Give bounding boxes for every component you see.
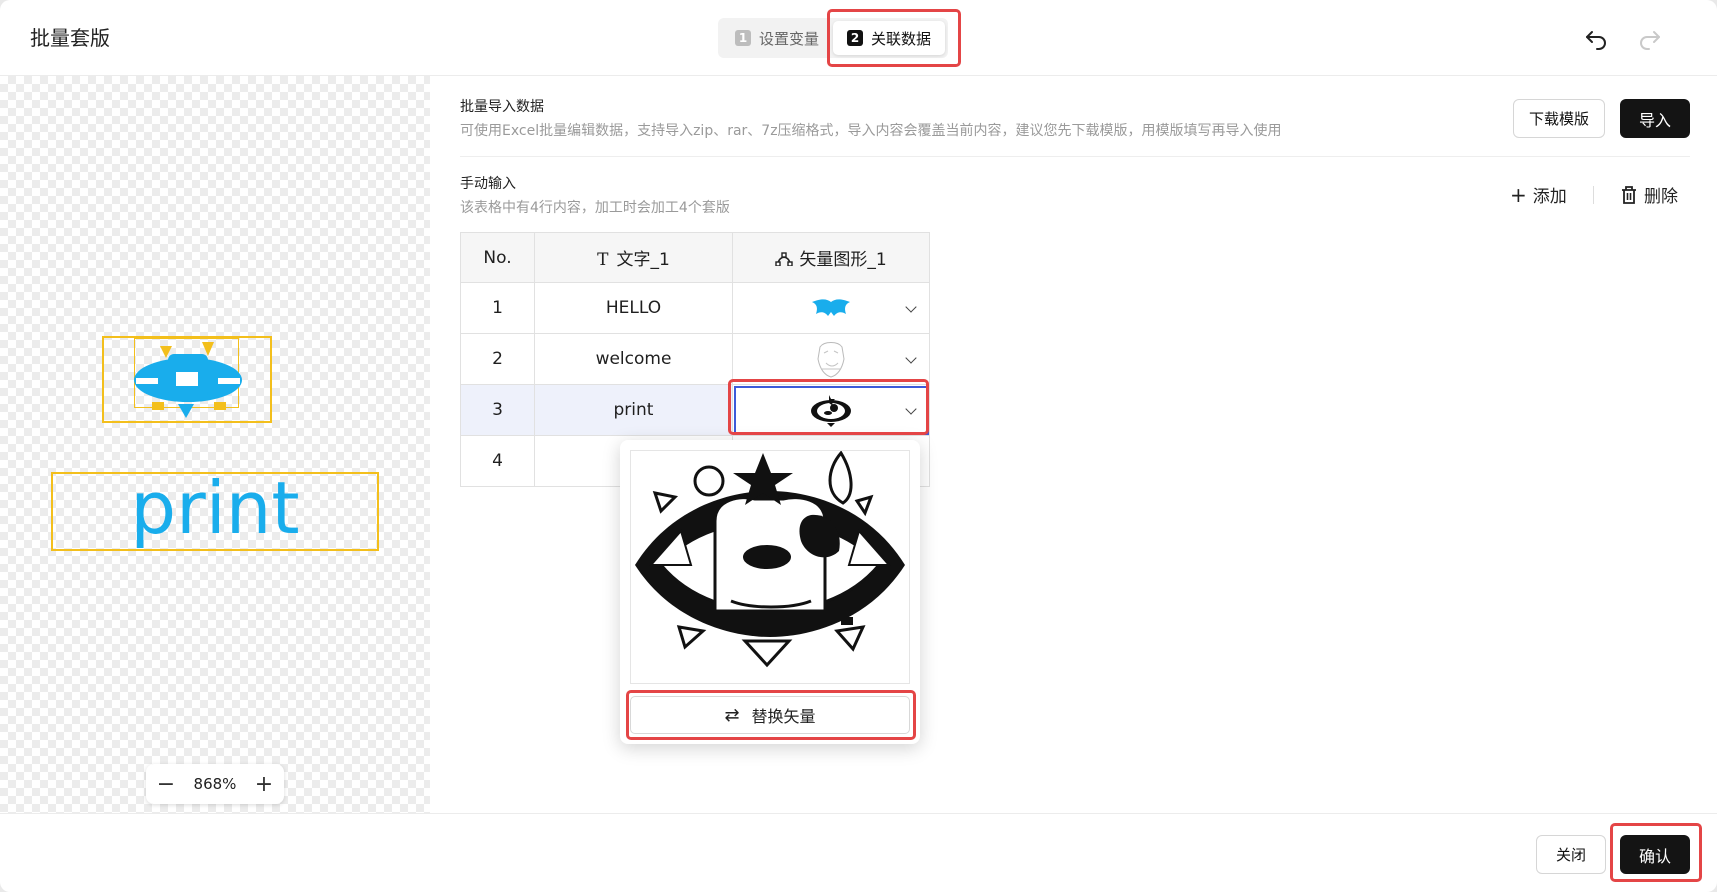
- tab-link-data[interactable]: 2 关联数据: [833, 21, 946, 55]
- text-type-icon: T: [597, 250, 609, 270]
- replace-vector-button[interactable]: ⇄ 替换矢量: [630, 696, 910, 734]
- zoom-level: 868%: [193, 775, 237, 793]
- dialog-footer: 关闭 确认: [0, 813, 1717, 892]
- cell-vector[interactable]: [732, 282, 930, 334]
- delete-row-button[interactable]: 删除: [1620, 182, 1678, 207]
- cell-text[interactable]: welcome: [534, 333, 733, 385]
- zoom-out-button[interactable]: −: [156, 772, 176, 797]
- add-label: 添加: [1532, 187, 1567, 207]
- header-text: T 文字_1: [534, 232, 733, 283]
- replace-vector-label: 替换矢量: [751, 707, 816, 726]
- table-header-row: No. T 文字_1 矢量图形_1: [460, 232, 930, 283]
- cell-no: 1: [460, 282, 535, 334]
- vector-preview-image: [630, 450, 910, 684]
- batch-import-desc: 可使用Excel批量编辑数据，支持导入zip、rar、7z压缩格式，导入内容会覆…: [460, 123, 1282, 139]
- confirm-button[interactable]: 确认: [1620, 835, 1690, 874]
- preview-text: print: [130, 466, 300, 550]
- preview-vector-graphic: [134, 342, 242, 418]
- zoom-in-button[interactable]: +: [254, 772, 274, 797]
- chevron-down-icon[interactable]: [905, 301, 917, 313]
- header-no: No.: [460, 232, 535, 283]
- cell-no: 3: [460, 384, 535, 436]
- vector-preview-popup: ⇄ 替换矢量: [620, 440, 920, 744]
- cell-text[interactable]: HELLO: [534, 282, 733, 334]
- header-text-label: 文字_1: [616, 250, 670, 270]
- zoom-control: − 868% +: [146, 764, 284, 804]
- manual-input-desc: 该表格中有4行内容，加工时会加工4个套版: [460, 200, 730, 216]
- add-row-button[interactable]: + 添加: [1510, 182, 1567, 208]
- dialog-header: 批量套版 1 设置变量 2 关联数据: [0, 0, 1717, 76]
- tab-set-variables[interactable]: 1 设置变量: [721, 21, 833, 55]
- step-number: 1: [735, 30, 751, 46]
- step-number: 2: [847, 30, 864, 46]
- trash-icon: [1622, 185, 1636, 204]
- sketch-thumbnail: [817, 342, 845, 378]
- header-vector-label: 矢量图形_1: [799, 250, 887, 270]
- header-vector: 矢量图形_1: [732, 232, 930, 283]
- cell-vector[interactable]: [732, 384, 930, 436]
- batch-import-title: 批量导入数据: [460, 99, 544, 115]
- table-row[interactable]: 2 welcome: [460, 333, 930, 385]
- cell-vector[interactable]: [732, 333, 930, 385]
- table-row[interactable]: 1 HELLO: [460, 282, 930, 334]
- dialog-title: 批量套版: [30, 26, 110, 50]
- delete-label: 删除: [1644, 187, 1678, 207]
- manual-input-title: 手动输入: [460, 176, 516, 192]
- cell-text[interactable]: print: [534, 384, 733, 436]
- chevron-down-icon[interactable]: [905, 352, 917, 364]
- swap-icon: ⇄: [724, 704, 740, 726]
- dog-graphic-large: [635, 450, 905, 668]
- bat-thumbnail: [812, 299, 850, 316]
- vector-type-icon: [775, 252, 794, 267]
- plus-icon: +: [1510, 182, 1527, 207]
- canvas-preview[interactable]: print − 868% +: [0, 76, 430, 813]
- action-divider: [1593, 186, 1594, 204]
- step-tabs: 1 设置变量 2 关联数据: [718, 18, 949, 58]
- undo-icon[interactable]: [1582, 24, 1610, 52]
- section-divider: [460, 156, 1690, 157]
- cell-no: 2: [460, 333, 535, 385]
- table-row[interactable]: 3 print: [460, 384, 930, 436]
- chevron-down-icon[interactable]: [905, 403, 917, 415]
- dog-thumbnail: [811, 395, 851, 427]
- step-label: 关联数据: [871, 29, 932, 48]
- download-template-button[interactable]: 下载模版: [1513, 99, 1605, 138]
- close-button[interactable]: 关闭: [1536, 835, 1606, 874]
- import-button[interactable]: 导入: [1620, 99, 1690, 138]
- redo-icon[interactable]: [1636, 24, 1664, 52]
- batch-template-dialog: 批量套版 1 设置变量 2 关联数据 print − 868% + 批量导入数据…: [0, 0, 1717, 892]
- step-label: 设置变量: [759, 29, 820, 48]
- cell-no: 4: [460, 435, 535, 487]
